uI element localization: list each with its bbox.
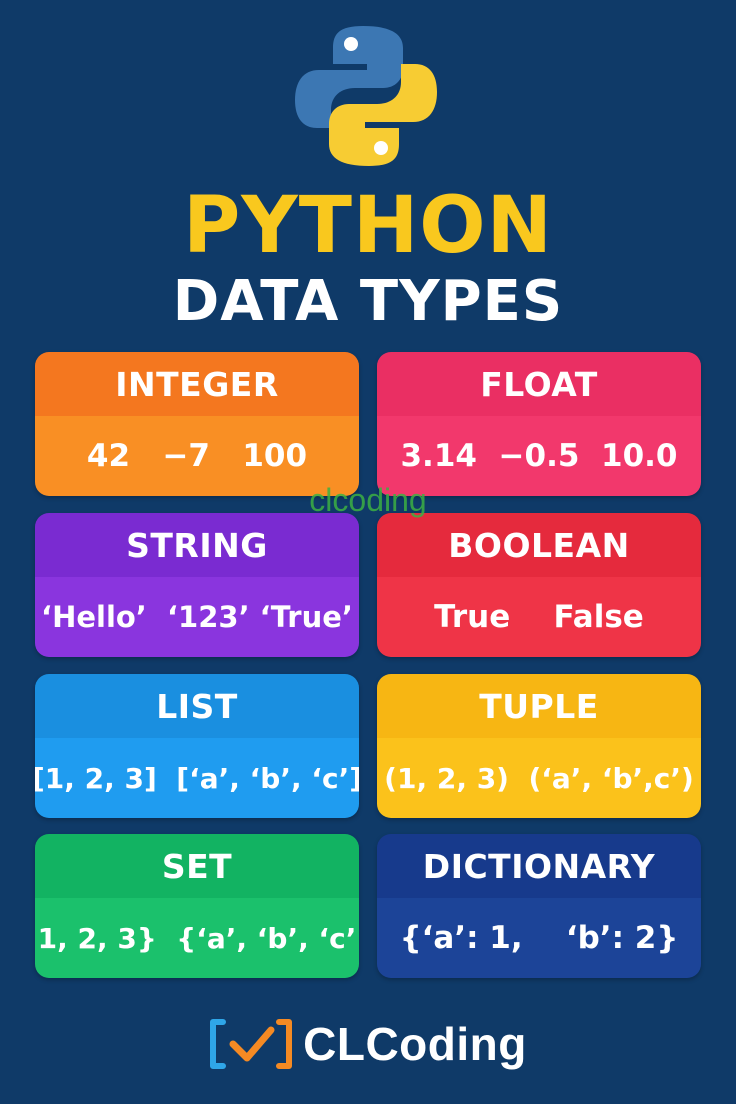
card-boolean: BOOLEAN True False <box>377 513 701 657</box>
card-string: STRING ‘Hello’ ‘123’ ‘True’ <box>35 513 359 657</box>
brand-checkmark-icon <box>210 1019 293 1069</box>
card-boolean-examples: True False <box>377 577 701 657</box>
card-integer: INTEGER 42 −7 100 <box>35 352 359 496</box>
card-float: FLOAT 3.14 −0.5 10.0 <box>377 352 701 496</box>
watermark-text: clcoding <box>309 482 427 518</box>
card-float-title: FLOAT <box>377 352 701 416</box>
title-python: PYTHON <box>183 181 553 271</box>
card-boolean-title: BOOLEAN <box>377 513 701 577</box>
card-tuple-title: TUPLE <box>377 674 701 738</box>
title-data-types: DATA TYPES <box>172 269 564 334</box>
card-set: SET {1, 2, 3} {‘a’, ‘b’, ‘c’} <box>35 834 359 978</box>
card-string-title: STRING <box>35 513 359 577</box>
python-logo-eye-bottom <box>374 141 388 155</box>
card-set-examples: {1, 2, 3} {‘a’, ‘b’, ‘c’} <box>35 898 359 978</box>
card-list-title: LIST <box>35 674 359 738</box>
card-integer-title: INTEGER <box>35 352 359 416</box>
card-string-examples: ‘Hello’ ‘123’ ‘True’ <box>35 577 359 657</box>
card-dictionary: DICTIONARY {‘a’: 1, ‘b’: 2} <box>377 834 701 978</box>
python-logo-icon <box>295 26 437 166</box>
card-set-title: SET <box>35 834 359 898</box>
python-logo-eye-top <box>344 37 358 51</box>
brand-footer: CLCoding <box>0 1012 736 1076</box>
card-tuple-examples: (1, 2, 3) (‘a’, ‘b’,c’) <box>377 738 701 818</box>
card-list: LIST [1, 2, 3] [‘a’, ‘b’, ‘c’] <box>35 674 359 818</box>
card-dictionary-title: DICTIONARY <box>377 834 701 898</box>
card-tuple: TUPLE (1, 2, 3) (‘a’, ‘b’,c’) <box>377 674 701 818</box>
brand-name: CLCoding <box>303 1018 527 1070</box>
card-dictionary-examples: {‘a’: 1, ‘b’: 2} <box>377 898 701 978</box>
card-list-examples: [1, 2, 3] [‘a’, ‘b’, ‘c’] <box>35 738 359 818</box>
